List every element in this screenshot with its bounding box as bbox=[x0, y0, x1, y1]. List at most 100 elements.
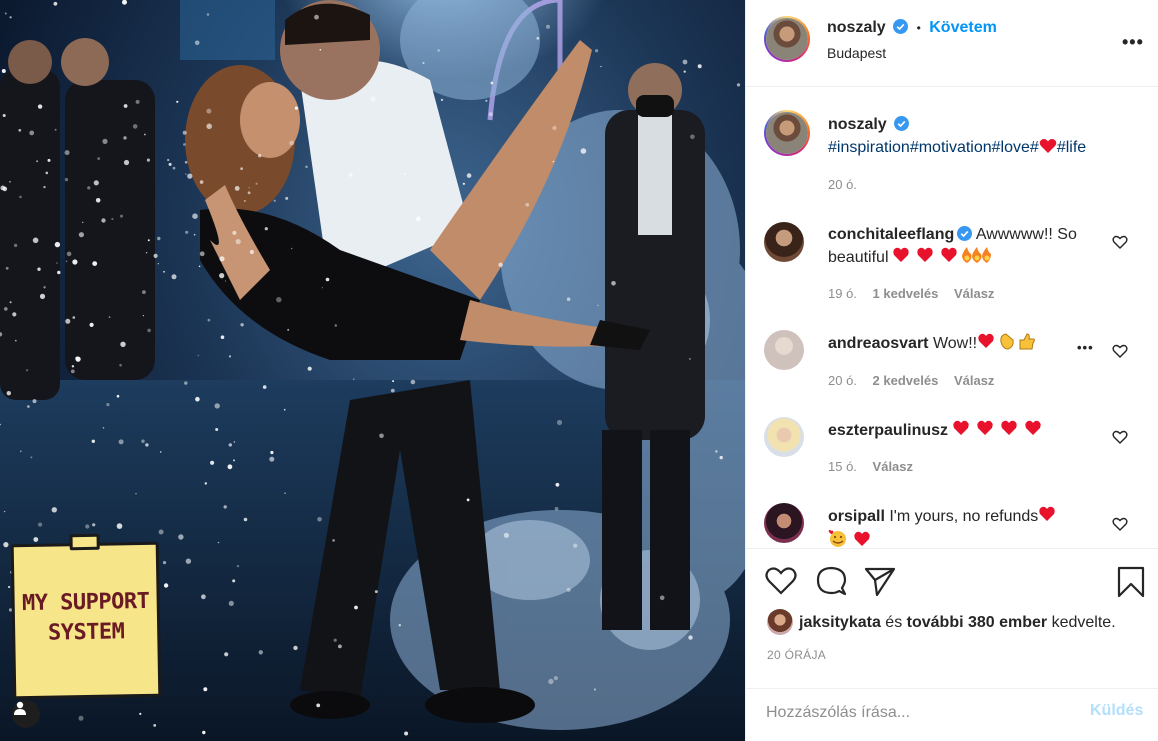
post-photo[interactable]: MY SUPPORT SYSTEM bbox=[0, 0, 745, 741]
snow-particle bbox=[123, 136, 127, 140]
comment-username[interactable]: andreaosvart bbox=[828, 335, 929, 352]
snow-particle bbox=[232, 230, 237, 235]
tagged-users-button[interactable] bbox=[12, 700, 40, 728]
like-comment-heart-icon[interactable] bbox=[1112, 429, 1128, 445]
snow-particle bbox=[525, 202, 530, 207]
liker-username[interactable]: jaksitykata bbox=[799, 614, 881, 631]
commenter-avatar[interactable] bbox=[764, 222, 804, 262]
snow-particle bbox=[33, 537, 39, 542]
snow-particle bbox=[223, 505, 227, 509]
snow-particle bbox=[392, 380, 395, 383]
snow-particle bbox=[202, 730, 206, 735]
snow-particle bbox=[332, 539, 335, 542]
snow-particle bbox=[132, 124, 138, 129]
snow-particle bbox=[119, 363, 122, 367]
snow-particle bbox=[324, 193, 326, 195]
comment-time[interactable]: 19 ó. bbox=[828, 286, 857, 301]
snow-particle bbox=[248, 187, 250, 189]
following-button[interactable]: Követem bbox=[929, 19, 997, 36]
comment-time[interactable]: 15 ó. bbox=[828, 459, 857, 474]
comment-text: eszterpaulinusz bbox=[828, 419, 1098, 444]
snow-particle bbox=[197, 354, 200, 357]
comment-input[interactable] bbox=[766, 702, 1066, 724]
comment-meta: 19 ó. 1 kedvelés Válasz bbox=[828, 286, 994, 301]
comment-time[interactable]: 20 ó. bbox=[828, 373, 857, 388]
snow-particle bbox=[64, 150, 70, 156]
separator-dot: • bbox=[916, 21, 921, 35]
caption-author[interactable]: noszaly bbox=[828, 116, 887, 133]
snow-particle bbox=[162, 561, 167, 565]
snow-particle bbox=[163, 583, 169, 588]
caption-author-avatar[interactable] bbox=[764, 110, 810, 156]
snow-particle bbox=[554, 506, 559, 511]
comment-username[interactable]: conchitaleeflang bbox=[828, 226, 954, 243]
more-options-button[interactable]: ••• bbox=[1122, 32, 1144, 53]
snow-particle bbox=[498, 262, 503, 267]
snow-particle bbox=[108, 316, 111, 318]
snow-particle bbox=[195, 396, 200, 402]
snow-particle bbox=[38, 522, 43, 527]
comment-bubble-icon[interactable] bbox=[815, 566, 847, 596]
snow-particle bbox=[116, 523, 123, 529]
author-avatar[interactable] bbox=[764, 16, 810, 62]
hashtag-link[interactable]: # bbox=[1030, 139, 1039, 156]
hashtag-link[interactable]: #inspiration bbox=[828, 139, 910, 156]
snow-particle bbox=[422, 62, 425, 64]
hashtag-link[interactable]: #love bbox=[992, 139, 1030, 156]
comment-emojis bbox=[1038, 505, 1056, 530]
snow-particle bbox=[206, 108, 212, 114]
commenter-avatar[interactable] bbox=[764, 417, 804, 457]
snow-particle bbox=[466, 173, 472, 178]
snow-particle bbox=[171, 274, 177, 280]
sticker-line-1: MY SUPPORT bbox=[21, 588, 150, 617]
snow-particle bbox=[78, 715, 84, 721]
comment-options-button[interactable]: ••• bbox=[1077, 340, 1094, 355]
comment-likes[interactable]: 1 kedvelés bbox=[873, 286, 939, 301]
snow-particle bbox=[374, 590, 378, 594]
reply-button[interactable]: Válasz bbox=[873, 459, 913, 474]
save-bookmark-icon[interactable] bbox=[1116, 566, 1146, 598]
like-comment-heart-icon[interactable] bbox=[1112, 234, 1128, 250]
like-heart-icon[interactable] bbox=[765, 566, 797, 596]
snow-particle bbox=[120, 341, 126, 347]
snow-particle bbox=[54, 241, 61, 248]
hashtag-link[interactable]: #motivation bbox=[910, 139, 992, 156]
snow-particle bbox=[437, 49, 440, 52]
snow-particle bbox=[56, 262, 58, 264]
comment-clip: orsipall I'm yours, no refunds bbox=[746, 497, 1158, 547]
caption-hashtags: #inspiration#motivation#love# #life bbox=[828, 138, 1086, 159]
verified-badge-icon bbox=[893, 19, 909, 34]
snow-particle bbox=[9, 301, 12, 304]
caption-time[interactable]: 20 ó. bbox=[828, 177, 857, 192]
send-comment-button[interactable]: Küldés bbox=[1090, 702, 1143, 720]
commenter-avatar[interactable] bbox=[764, 503, 804, 543]
header-title-row: noszaly • Követem bbox=[827, 19, 997, 37]
commenter-avatar[interactable] bbox=[764, 330, 804, 370]
like-comment-heart-icon[interactable] bbox=[1112, 516, 1128, 532]
smiling-face-hearts-emojis bbox=[828, 530, 870, 547]
snow-particle bbox=[194, 40, 200, 46]
snow-particle bbox=[255, 182, 258, 185]
liked-by-others[interactable]: további 380 ember bbox=[907, 614, 1048, 631]
post-date[interactable]: 20 ÓRÁJA bbox=[767, 648, 826, 662]
snow-particle bbox=[19, 450, 22, 453]
avatar-image bbox=[766, 18, 808, 60]
like-comment-heart-icon[interactable] bbox=[1112, 343, 1128, 359]
comment-username[interactable]: orsipall bbox=[828, 508, 885, 525]
liker-avatar[interactable] bbox=[767, 609, 793, 635]
author-username[interactable]: noszaly bbox=[827, 19, 886, 36]
snow-particle bbox=[153, 724, 157, 727]
snow-particle bbox=[319, 49, 322, 51]
snow-particle bbox=[404, 731, 409, 736]
share-send-icon[interactable] bbox=[863, 566, 897, 596]
snow-particle bbox=[503, 532, 509, 538]
reply-button[interactable]: Válasz bbox=[954, 373, 994, 388]
comment-likes[interactable]: 2 kedvelés bbox=[873, 373, 939, 388]
snow-particle bbox=[87, 186, 91, 190]
snow-particle bbox=[89, 322, 94, 327]
snow-particle bbox=[192, 213, 198, 219]
hashtag-link[interactable]: #life bbox=[1057, 139, 1086, 156]
post-location[interactable]: Budapest bbox=[827, 45, 886, 61]
reply-button[interactable]: Válasz bbox=[954, 286, 994, 301]
comment-username[interactable]: eszterpaulinusz bbox=[828, 422, 948, 439]
